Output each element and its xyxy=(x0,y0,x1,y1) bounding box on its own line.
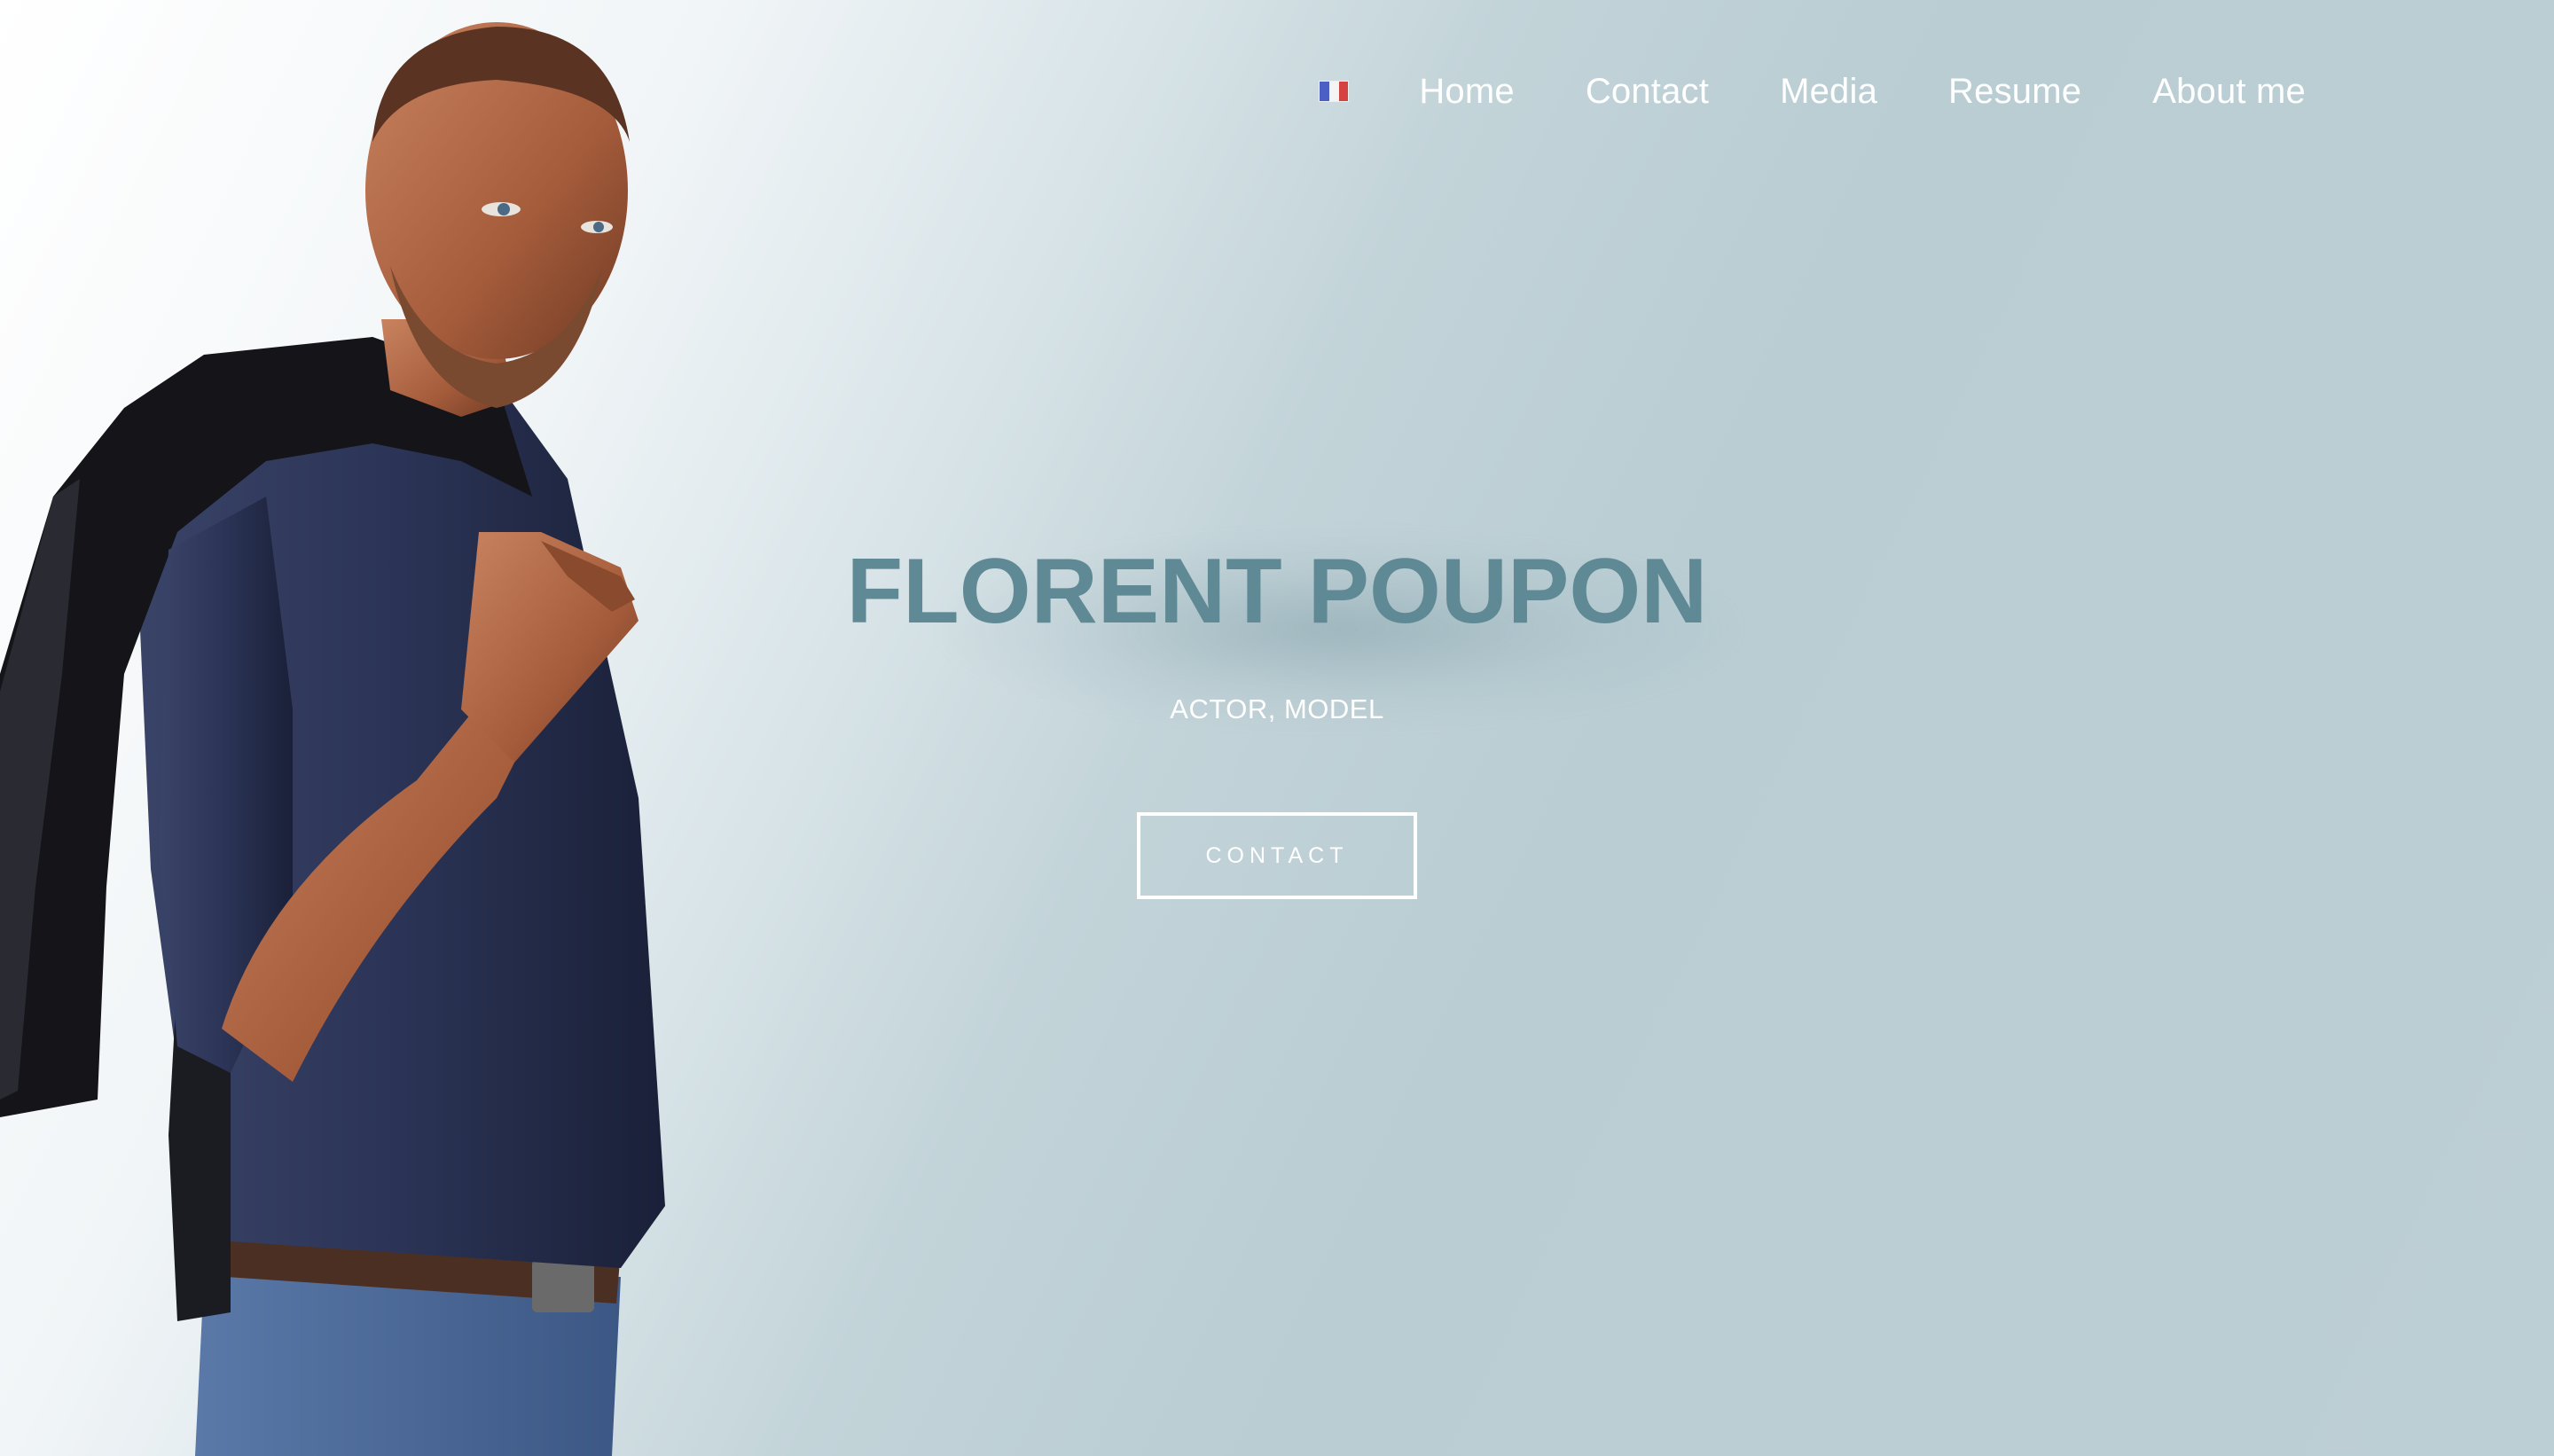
actor-name: FLORENT POUPON xyxy=(846,540,1708,643)
flag-stripe-blue xyxy=(1320,82,1329,101)
nav-link-resume[interactable]: Resume xyxy=(1948,72,2081,112)
main-nav: Home Contact Media Resume About me xyxy=(1320,60,2306,122)
nav-link-home[interactable]: Home xyxy=(1419,72,1515,112)
nav-link-about-me[interactable]: About me xyxy=(2152,72,2306,112)
flag-stripe-white xyxy=(1328,82,1339,101)
actor-subtitle: ACTOR, MODEL xyxy=(1170,693,1384,724)
french-flag-icon[interactable] xyxy=(1320,82,1349,101)
hero: FLORENT POUPON ACTOR, MODEL CONTACT xyxy=(834,532,1720,899)
nav-link-media[interactable]: Media xyxy=(1780,72,1877,112)
page: Home Contact Media Resume About me FLORE… xyxy=(0,0,2554,1456)
nav-link-contact[interactable]: Contact xyxy=(1586,72,1709,112)
portrait-photo xyxy=(0,22,665,1456)
contact-button[interactable]: CONTACT xyxy=(1137,812,1417,899)
flag-stripe-red xyxy=(1338,82,1349,101)
